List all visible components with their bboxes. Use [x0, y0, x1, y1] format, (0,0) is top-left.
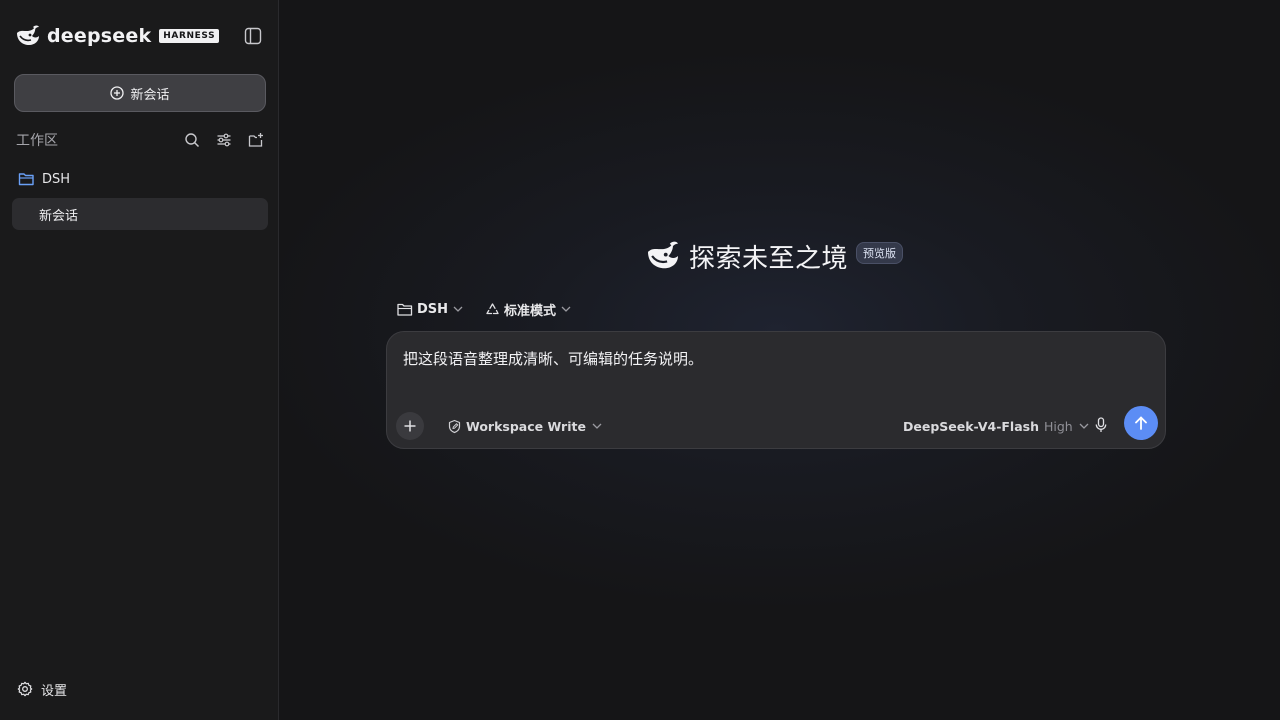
microphone-button[interactable] [1091, 414, 1111, 436]
chevron-down-icon [1079, 423, 1089, 429]
hero-heading: 探索未至之境 预览版 [645, 238, 904, 274]
workspace-title: 工作区 [16, 133, 58, 149]
settings-label: 设置 [41, 683, 68, 699]
folder-icon [18, 173, 34, 186]
shield-edit-icon [448, 419, 461, 433]
context-selectors: DSH 标准模式 [397, 298, 571, 320]
chevron-down-icon [453, 306, 463, 312]
arrow-up-icon [1135, 416, 1147, 430]
new-chat-button[interactable]: 新会话 [14, 74, 266, 112]
sidebar: deepseek HARNESS 新会话 工作区 DSH 新会话 设置 [0, 0, 279, 720]
prompt-input[interactable]: 把这段语音整理成清晰、可编辑的任务说明。 [403, 348, 1143, 372]
mode-selector[interactable]: 标准模式 [485, 300, 571, 319]
folder-icon [397, 303, 413, 316]
chat-item-label: 新会话 [39, 208, 79, 224]
hero-title: 探索未至之境 [689, 243, 849, 274]
composer: 把这段语音整理成清晰、可编辑的任务说明。 Workspace Write Dee… [386, 331, 1166, 449]
chat-list-item[interactable]: 新会话 [12, 198, 268, 230]
recycle-icon [486, 302, 499, 314]
settings-button[interactable]: 设置 [17, 678, 67, 700]
workspace-header: 工作区 [16, 128, 266, 152]
new-chat-label: 新会话 [130, 87, 170, 103]
brand-name: deepseek [47, 25, 152, 47]
whale-logo-icon [648, 241, 678, 269]
main-panel: 探索未至之境 预览版 DSH 标准模式 把这段语音整理成清晰、可编辑的任务说明。… [279, 0, 1280, 720]
app-window: deepseek HARNESS 新会话 工作区 DSH 新会话 设置 探索未至… [0, 0, 1280, 720]
project-selector[interactable]: DSH [397, 302, 463, 317]
folder-name: DSH [42, 171, 71, 187]
microphone-icon [1095, 417, 1107, 432]
model-name: DeepSeek-V4-Flash [903, 418, 1039, 434]
sidebar-toggle-icon[interactable] [243, 26, 263, 46]
brand-badge: HARNESS [159, 29, 220, 43]
whale-logo-icon [17, 25, 39, 45]
search-icon[interactable] [182, 130, 202, 150]
permission-label: Workspace Write [466, 418, 586, 434]
preview-badge: 预览版 [856, 242, 904, 264]
workspace-tools [182, 130, 266, 150]
new-folder-icon[interactable] [246, 130, 266, 150]
chevron-down-icon [592, 423, 602, 429]
mode-selector-label: 标准模式 [504, 303, 557, 319]
send-button[interactable] [1124, 406, 1158, 440]
brand: deepseek HARNESS [15, 24, 220, 48]
permission-selector[interactable]: Workspace Write [447, 415, 602, 437]
folder-dsh[interactable]: DSH [18, 168, 70, 190]
model-selector[interactable]: DeepSeek-V4-Flash High [903, 415, 1089, 437]
plus-circle-icon [110, 86, 125, 100]
filter-sliders-icon[interactable] [214, 130, 234, 150]
chevron-down-icon [561, 306, 571, 312]
add-attachment-button[interactable] [396, 412, 424, 440]
plus-icon [404, 420, 416, 432]
model-level: High [1044, 418, 1073, 434]
project-selector-label: DSH [417, 301, 449, 317]
gear-icon [17, 681, 33, 697]
